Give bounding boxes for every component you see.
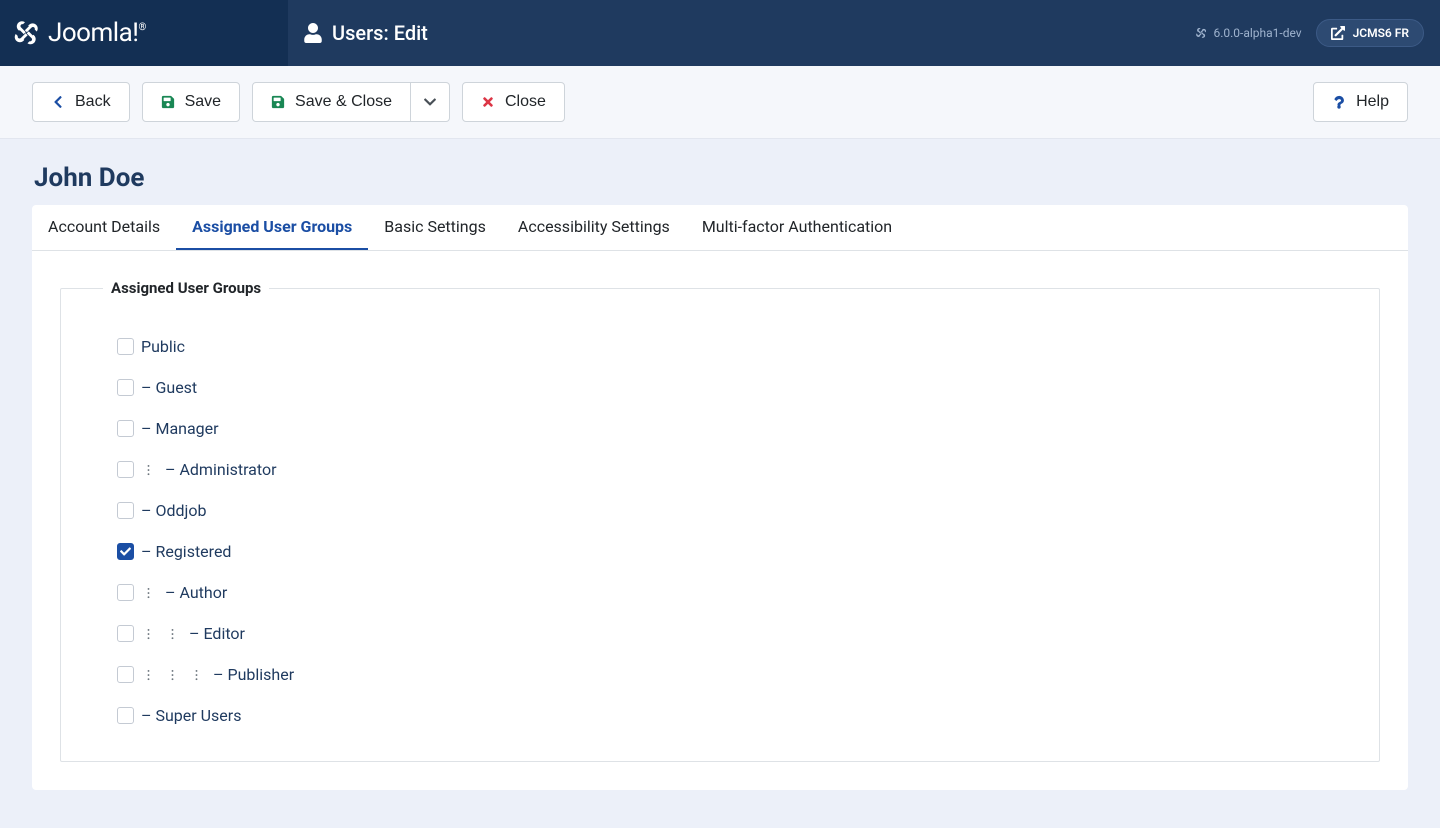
header-title-area: Users: Edit (288, 0, 1195, 66)
group-row: – Author (117, 583, 1347, 602)
header-right: 6.0.0-alpha1-dev JCMS6 FR (1195, 0, 1440, 66)
external-link-icon (1331, 26, 1345, 40)
group-label[interactable]: Public (138, 337, 185, 356)
tree-spacer (186, 667, 206, 683)
header: Joomla!® Users: Edit 6.0.0-alpha1-dev JC… (0, 0, 1440, 66)
group-row: – Registered (117, 542, 1347, 561)
tree-spacer (138, 462, 158, 478)
group-label[interactable]: – Editor (186, 624, 245, 643)
question-icon (1332, 95, 1346, 109)
tree-spacer (138, 626, 158, 642)
page-header-title: Users: Edit (332, 21, 428, 45)
tree-spacer (138, 667, 158, 683)
tab-basic-settings[interactable]: Basic Settings (368, 205, 502, 250)
close-icon (481, 95, 495, 109)
tree-dots-icon (147, 586, 150, 600)
fieldset-legend: Assigned User Groups (103, 279, 269, 297)
page-title: John Doe (32, 163, 1408, 193)
tree-spacer (162, 667, 182, 683)
group-row: Public (117, 337, 1347, 356)
save-icon (271, 95, 285, 109)
group-row: – Editor (117, 624, 1347, 643)
group-row: – Super Users (117, 706, 1347, 725)
group-row: – Administrator (117, 460, 1347, 479)
group-label[interactable]: – Publisher (210, 665, 294, 684)
group-checkbox[interactable] (117, 666, 134, 683)
site-label: JCMS6 FR (1353, 26, 1409, 40)
version-text: 6.0.0-alpha1-dev (1213, 26, 1301, 40)
group-list: Public – Guest – Manager – Administrator – O… (117, 311, 1347, 725)
group-row: – Manager (117, 419, 1347, 438)
tab-label: Account Details (48, 217, 160, 236)
tab-card: Account Details Assigned User Groups Basic… (32, 205, 1408, 790)
back-button[interactable]: Back (32, 82, 130, 122)
group-label[interactable]: – Manager (138, 419, 219, 438)
close-label: Close (505, 93, 546, 111)
tree-dots-icon (171, 627, 174, 641)
tab-bar: Account Details Assigned User Groups Basic… (32, 205, 1408, 251)
group-checkbox[interactable] (117, 379, 134, 396)
tree-dots-icon (147, 668, 150, 682)
save-close-dropdown-button[interactable] (411, 82, 450, 122)
back-label: Back (75, 93, 111, 111)
tab-label: Accessibility Settings (518, 217, 670, 236)
group-checkbox[interactable] (117, 707, 134, 724)
group-checkbox[interactable] (117, 338, 134, 355)
save-close-label: Save & Close (295, 93, 392, 111)
group-label[interactable]: – Guest (138, 378, 197, 397)
content-area: John Doe Account Details Assigned User Gr… (0, 139, 1440, 814)
save-icon (161, 95, 175, 109)
tab-accessibility-settings[interactable]: Accessibility Settings (502, 205, 686, 250)
tab-body: Assigned User Groups Public – Guest – Mana… (32, 251, 1408, 790)
tree-dots-icon (195, 668, 198, 682)
group-checkbox[interactable] (117, 502, 134, 519)
joomla-logo-icon (12, 19, 40, 47)
brand-text: Joomla!® (48, 18, 146, 48)
group-row: – Guest (117, 378, 1347, 397)
save-close-button[interactable]: Save & Close (252, 82, 411, 122)
group-label[interactable]: – Oddjob (138, 501, 206, 520)
tree-dots-icon (147, 627, 150, 641)
group-row: – Oddjob (117, 501, 1347, 520)
chevron-down-icon (423, 95, 437, 109)
tree-spacer (162, 626, 182, 642)
group-label[interactable]: – Super Users (138, 706, 241, 725)
version-indicator[interactable]: 6.0.0-alpha1-dev (1195, 26, 1301, 40)
save-label: Save (185, 93, 221, 111)
joomla-small-icon (1195, 27, 1207, 39)
tree-spacer (138, 585, 158, 601)
tab-assigned-user-groups[interactable]: Assigned User Groups (176, 205, 368, 250)
group-label[interactable]: – Administrator (162, 460, 277, 479)
user-icon (304, 23, 322, 43)
group-checkbox[interactable] (117, 461, 134, 478)
brand-area[interactable]: Joomla!® (0, 0, 288, 66)
tab-multi-factor-authentication[interactable]: Multi-factor Authentication (686, 205, 908, 250)
group-checkbox[interactable] (117, 543, 134, 560)
tab-account-details[interactable]: Account Details (32, 205, 176, 250)
group-row: – Publisher (117, 665, 1347, 684)
site-link-button[interactable]: JCMS6 FR (1316, 19, 1424, 47)
toolbar: Back Save Save & Close Close Help (0, 66, 1440, 139)
save-button[interactable]: Save (142, 82, 240, 122)
close-button[interactable]: Close (462, 82, 565, 122)
chevron-left-icon (51, 95, 65, 109)
group-checkbox[interactable] (117, 584, 134, 601)
group-checkbox[interactable] (117, 420, 134, 437)
group-label[interactable]: – Registered (138, 542, 231, 561)
help-label: Help (1356, 93, 1389, 111)
groups-fieldset: Assigned User Groups Public – Guest – Mana… (60, 279, 1380, 762)
group-checkbox[interactable] (117, 625, 134, 642)
tab-label: Basic Settings (384, 217, 486, 236)
tree-dots-icon (171, 668, 174, 682)
tab-label: Assigned User Groups (192, 217, 352, 236)
group-label[interactable]: – Author (162, 583, 227, 602)
tree-dots-icon (147, 463, 150, 477)
check-icon (120, 546, 131, 557)
save-close-group: Save & Close (252, 82, 450, 122)
tab-label: Multi-factor Authentication (702, 217, 892, 236)
help-button[interactable]: Help (1313, 82, 1408, 122)
